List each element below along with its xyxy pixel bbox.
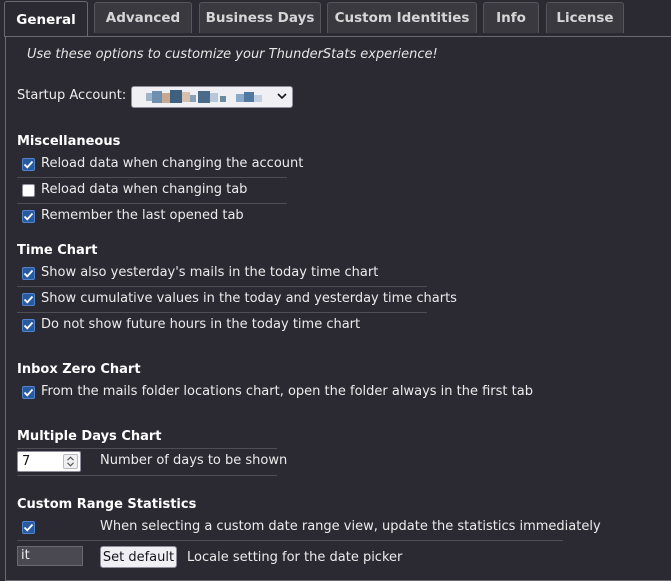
miscellaneous-heading: Miscellaneous [17, 134, 121, 149]
tab-business-days[interactable]: Business Days [199, 2, 321, 33]
update-statistics-checkbox[interactable] [22, 521, 35, 534]
custom-range-heading: Custom Range Statistics [17, 497, 197, 512]
tab-advanced[interactable]: Advanced [94, 2, 192, 33]
checkmark-icon [23, 160, 34, 169]
show-yesterday-label: Show also yesterday's mails in the today… [41, 265, 379, 280]
divider [17, 475, 277, 476]
spinner-arrows-icon [67, 456, 74, 467]
option-update-statistics[interactable]: When selecting a custom date range view,… [17, 516, 601, 541]
days-label: Number of days to be shown [100, 453, 288, 468]
option-reload-account[interactable]: Reload data when changing the account [17, 153, 303, 178]
time-chart-heading: Time Chart [17, 243, 98, 258]
hide-future-hours-label: Do not show future hours in the today ti… [41, 317, 361, 332]
divider [17, 448, 277, 449]
option-hide-future-hours[interactable]: Do not show future hours in the today ti… [17, 314, 427, 339]
days-value: 7 [22, 454, 31, 469]
show-cumulative-checkbox[interactable] [22, 293, 35, 306]
intro-text: Use these options to customize your Thun… [27, 47, 438, 62]
tab-info[interactable]: Info [483, 2, 539, 33]
set-default-button[interactable]: Set default [100, 546, 177, 568]
startup-account-select[interactable] [131, 86, 293, 108]
divider [17, 177, 287, 178]
reload-account-label: Reload data when changing the account [41, 156, 304, 171]
divider [17, 540, 563, 541]
checkmark-icon [23, 212, 34, 221]
locale-label: Locale setting for the date picker [187, 550, 403, 565]
checkmark-icon [23, 295, 34, 304]
divider [17, 312, 427, 313]
locale-input[interactable]: it [17, 546, 83, 566]
tab-custom-identities[interactable]: Custom Identities [327, 2, 477, 33]
locale-value: it [21, 548, 30, 563]
tab-license[interactable]: License [546, 2, 624, 33]
option-reload-tab[interactable]: Reload data when changing tab [17, 179, 287, 204]
account-name-obscured [146, 90, 262, 103]
hide-future-hours-checkbox[interactable] [22, 319, 35, 332]
reload-tab-checkbox[interactable] [22, 184, 35, 197]
option-show-cumulative[interactable]: Show cumulative values in the today and … [17, 288, 457, 313]
checkmark-icon [23, 321, 34, 330]
checkmark-icon [23, 388, 34, 397]
option-show-yesterday[interactable]: Show also yesterday's mails in the today… [17, 262, 427, 287]
inbox-zero-heading: Inbox Zero Chart [17, 362, 141, 377]
open-first-tab-label: From the mails folder locations chart, o… [41, 384, 533, 399]
spinner-buttons[interactable] [63, 454, 78, 469]
update-statistics-label: When selecting a custom date range view,… [100, 519, 601, 534]
remember-tab-label: Remember the last opened tab [41, 208, 244, 223]
show-cumulative-label: Show cumulative values in the today and … [41, 291, 457, 306]
divider [17, 286, 427, 287]
multiple-days-heading: Multiple Days Chart [17, 429, 162, 444]
divider [17, 203, 287, 204]
checkmark-icon [23, 269, 34, 278]
tab-general[interactable]: General [4, 1, 88, 37]
reload-account-checkbox[interactable] [22, 158, 35, 171]
option-open-first-tab[interactable]: From the mails folder locations chart, o… [17, 381, 533, 406]
tab-bar: General Advanced Business Days Custom Id… [0, 0, 671, 40]
show-yesterday-checkbox[interactable] [22, 267, 35, 280]
open-first-tab-checkbox[interactable] [22, 386, 35, 399]
remember-tab-checkbox[interactable] [22, 210, 35, 223]
chevron-down-icon [277, 93, 287, 100]
startup-account-label: Startup Account: [17, 88, 127, 103]
checkmark-icon [23, 523, 34, 532]
option-remember-tab[interactable]: Remember the last opened tab [17, 205, 287, 230]
days-number-input[interactable]: 7 [17, 451, 81, 472]
reload-tab-label: Reload data when changing tab [41, 182, 248, 197]
